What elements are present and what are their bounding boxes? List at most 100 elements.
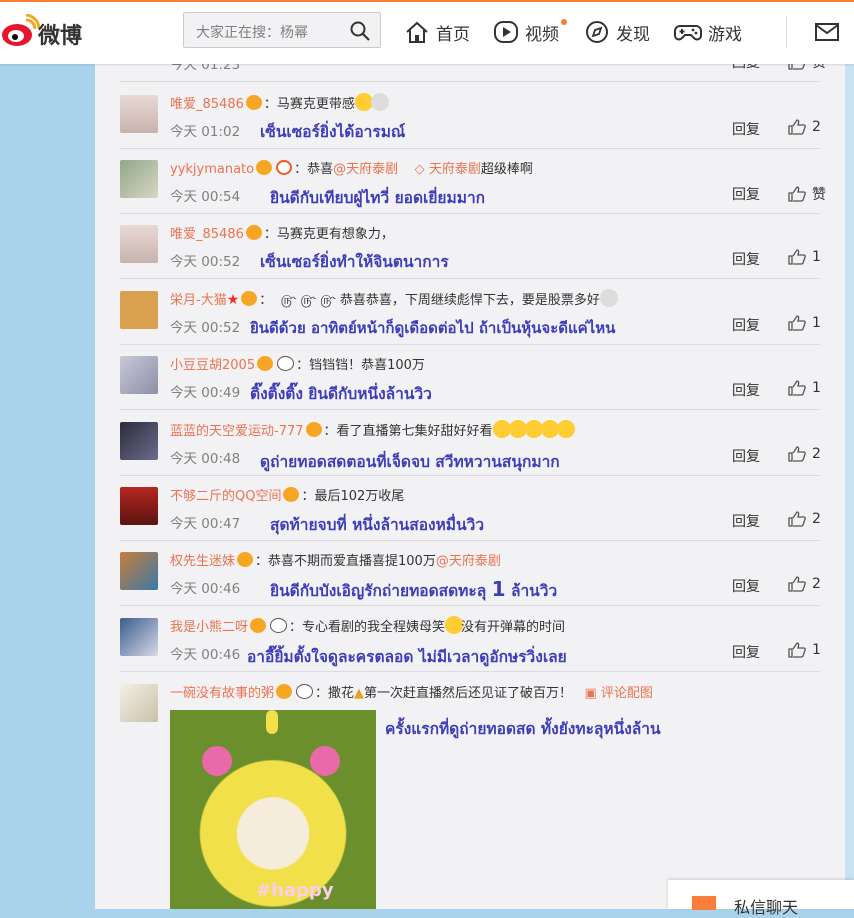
like-button[interactable]: 1 xyxy=(788,249,821,265)
search-icon[interactable] xyxy=(350,21,370,41)
avatar[interactable] xyxy=(120,552,158,590)
thai-translation: ยินดีด้วย อาทิตย์หน้าก็ดูเดือดต่อไป ถ้าเ… xyxy=(250,319,616,337)
thai-translation: ยินดีกับเทียบฝู่ไทวี่ ยอดเยี่ยมมาก xyxy=(270,189,486,207)
emoji-icon xyxy=(492,420,511,438)
vip-badge-icon xyxy=(256,160,273,175)
avatar[interactable] xyxy=(120,422,158,460)
avatar[interactable] xyxy=(120,95,158,133)
thumbs-up-icon xyxy=(788,119,806,135)
reply-button[interactable]: 回复 xyxy=(732,315,760,335)
comment-text: ：最后102万收尾 xyxy=(301,489,405,504)
reply-button[interactable]: 回复 xyxy=(732,576,760,596)
chat-envelope-icon xyxy=(692,896,716,910)
like-button[interactable]: 2 xyxy=(788,446,821,462)
nav-discover[interactable]: 发现 xyxy=(584,17,650,47)
vip-badge-icon xyxy=(241,291,258,306)
username[interactable]: 唯爱_85486 xyxy=(170,97,244,112)
username[interactable]: 栄月-大猫 xyxy=(170,293,227,308)
comment-row: 蓝蓝的天空爱运动-777 ：看了直播第七集好甜好好看 今天 00:48 ดูถ่า… xyxy=(120,409,821,476)
image-icon: ▣ xyxy=(584,686,601,701)
thumbs-up-icon xyxy=(788,642,806,658)
weibo-logo[interactable]: 微博 xyxy=(0,12,110,52)
comment-time: 今天 01:02 xyxy=(170,124,241,140)
like-button[interactable]: 1 xyxy=(788,380,821,396)
comment-image-link[interactable]: 评论配图 xyxy=(601,686,653,701)
avatar[interactable] xyxy=(120,618,158,656)
member-badge-icon xyxy=(276,160,293,175)
like-count: 1 xyxy=(812,249,821,265)
party-popper-icon: ▲ xyxy=(354,686,365,701)
vip-badge-icon xyxy=(250,618,267,633)
comment-time: 今天 00:54 xyxy=(170,189,241,205)
username[interactable]: 一碗没有故事的粥 xyxy=(170,686,274,701)
nav-games[interactable]: 游戏 xyxy=(674,17,742,47)
search-input[interactable]: 大家正在搜：杨幂 xyxy=(183,12,381,48)
scrollbar[interactable] xyxy=(845,0,854,909)
comment-row: 小豆豆胡2005 ：铛铛铛！恭喜100万 今天 00:49 ติ๊งติ๊งติ๊… xyxy=(120,344,821,410)
nav-games-label: 游戏 xyxy=(708,24,742,45)
comment-row: 一碗没有故事的粥 ：撒花▲第一次赶直播然后还见证了破百万！ ▣ 评论配图 #hap… xyxy=(120,671,820,909)
avatar[interactable] xyxy=(120,684,158,722)
like-button[interactable]: 2 xyxy=(788,119,821,135)
like-count: 2 xyxy=(812,511,821,527)
thumbs-up-icon xyxy=(788,249,806,265)
avatar[interactable] xyxy=(120,356,158,394)
comment-text: ：马赛克更有想象力， xyxy=(263,227,394,242)
comment-text: ：铛铛铛！恭喜100万 xyxy=(296,358,425,373)
avatar[interactable] xyxy=(120,225,158,263)
reply-button[interactable]: 回复 xyxy=(732,642,760,662)
avatar[interactable] xyxy=(120,291,158,329)
like-button[interactable]: 1 xyxy=(788,315,821,331)
thai-translation: ยินดีกับบังเอิญรักถ่ายทอดสดทะลุ 1 ล้านวิ… xyxy=(270,577,558,601)
username[interactable]: 唯爱_85486 xyxy=(170,227,244,242)
comment-gif-image[interactable]: #happy xyxy=(170,710,376,909)
username[interactable]: yykjymanato xyxy=(170,162,254,177)
avatar[interactable] xyxy=(120,487,158,525)
comment-time: 今天 00:49 xyxy=(170,385,241,401)
mail-icon[interactable] xyxy=(815,22,839,42)
username[interactable]: 小豆豆胡2005 xyxy=(170,358,255,373)
thumbs-up-icon xyxy=(788,446,806,462)
comment-text-line: 蓝蓝的天空爱运动-777 ：看了直播第七集好甜好好看 xyxy=(170,420,575,439)
reply-button[interactable]: 回复 xyxy=(732,184,760,204)
thai-translation: เซ็นเซอร์ยิ่งได้อารมณ์ xyxy=(260,123,406,141)
username[interactable]: 蓝蓝的天空爱运动-777 xyxy=(170,424,304,439)
nav-divider xyxy=(786,16,787,48)
like-count: 1 xyxy=(812,642,821,658)
comment-text: ：专心看剧的我全程姨母笑 xyxy=(289,620,446,635)
vip-badge-icon xyxy=(276,684,293,699)
private-message-widget[interactable]: 私信聊天 xyxy=(668,880,854,917)
reply-button[interactable]: 回复 xyxy=(732,380,760,400)
comment-time: 今天 00:47 xyxy=(170,516,241,532)
emoji-icon xyxy=(370,93,389,111)
like-button[interactable]: 赞 xyxy=(788,184,826,204)
username[interactable]: 我是小熊二呀 xyxy=(170,620,248,635)
like-count: 2 xyxy=(812,576,821,592)
nav-video[interactable]: 视频 xyxy=(493,17,567,47)
comment-row: 唯爱_85486 ：马赛克更有想象力， 今天 00:52 เซ็นเซอร์ยิ่… xyxy=(120,213,821,279)
reply-button[interactable]: 回复 xyxy=(732,446,760,466)
username[interactable]: 不够二斤的QQ空间 xyxy=(170,489,281,504)
reply-button[interactable]: 回复 xyxy=(732,511,760,531)
comment-time: 今天 00:52 xyxy=(170,254,241,270)
mention-link[interactable]: @天府泰剧 xyxy=(436,554,501,569)
topic-tag[interactable]: 天府泰剧 xyxy=(429,162,481,177)
vip-badge-icon xyxy=(245,95,262,110)
reply-button[interactable]: 回复 xyxy=(732,119,760,139)
mention-link[interactable]: @天府泰剧 xyxy=(333,162,398,177)
like-count: 1 xyxy=(812,315,821,331)
like-button[interactable]: 1 xyxy=(788,642,821,658)
like-button[interactable]: 2 xyxy=(788,511,821,527)
comment-text: ：马赛克更带感 xyxy=(263,97,355,112)
avatar[interactable] xyxy=(120,160,158,198)
gif-ear-right xyxy=(310,746,340,776)
comment-time: 今天 00:46 xyxy=(170,581,241,597)
like-button[interactable]: 2 xyxy=(788,576,821,592)
nav-home[interactable]: 首页 xyxy=(404,17,470,47)
vip-badge-icon xyxy=(245,225,262,240)
reply-button[interactable]: 回复 xyxy=(732,249,760,269)
emoji-icon xyxy=(540,420,559,438)
thumbs-up-icon xyxy=(788,380,806,396)
comment-text-line: 小豆豆胡2005 ：铛铛铛！恭喜100万 xyxy=(170,354,425,373)
username[interactable]: 权先生迷妹 xyxy=(170,554,235,569)
